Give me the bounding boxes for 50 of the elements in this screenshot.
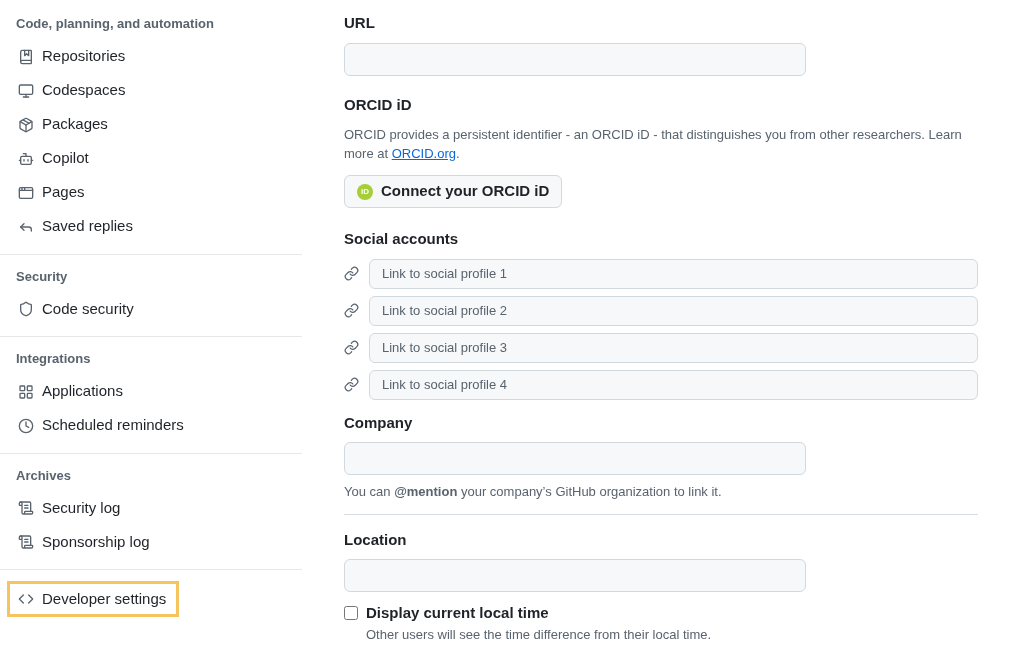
orcid-description: ORCID provides a persistent identifier - an ORCID iD - that distinguishes you from other researchers. Learn more at ORCID.org. [344, 126, 963, 163]
input-field[interactable] [344, 42, 806, 76]
scroll-icon [18, 500, 34, 516]
input-field[interactable] [344, 559, 806, 592]
field-label: Company [344, 412, 414, 433]
sidebar-item[interactable]: Developer settings [10, 584, 177, 614]
field-label: Social accounts [344, 229, 460, 249]
checkbox-label: Display current local time [366, 603, 549, 623]
clock-icon [18, 417, 34, 434]
section-heading: Integrations [16, 350, 91, 368]
sidebar-item[interactable]: Applications [16, 376, 133, 407]
social-link-field[interactable]: Link to social profile 2 [369, 295, 978, 326]
connect-orcid-button[interactable]: iD Connect your ORCID iD [344, 175, 563, 208]
sidebar-item[interactable]: Pages [16, 177, 95, 208]
section-heading: Security [16, 267, 68, 286]
sidebar-item[interactable]: Copilot [16, 143, 99, 174]
field-label: Location [344, 529, 407, 550]
input-field[interactable] [344, 442, 806, 475]
grid-icon [18, 383, 34, 400]
field-label: ORCID iD [344, 94, 413, 115]
package-icon [18, 116, 34, 133]
repository-icon [18, 48, 34, 65]
sidebar-item[interactable]: Code security [16, 294, 144, 324]
social-link-field[interactable]: Link to social profile 1 [369, 258, 978, 289]
section-heading: Archives [16, 466, 71, 485]
orcid-link[interactable]: ORCID.org [391, 146, 456, 161]
sidebar-item[interactable]: Packages [16, 109, 118, 140]
sidebar-item[interactable]: Scheduled reminders [16, 410, 194, 441]
field-label: URL [344, 13, 375, 33]
link-icon [344, 303, 359, 318]
social-link-field[interactable]: Link to social profile 4 [369, 369, 978, 400]
link-icon [344, 340, 359, 355]
sidebar-item[interactable]: Security log [16, 493, 131, 523]
browser-window-icon [18, 184, 34, 201]
social-link-field[interactable]: Link to social profile 3 [369, 332, 978, 363]
sidebar-item[interactable]: Sponsorship log [16, 527, 160, 557]
local-time-help-text: Other users will see the time difference from their local time. [366, 626, 712, 643]
link-icon [344, 377, 359, 392]
scroll-icon [18, 534, 34, 550]
checkbox[interactable] [344, 606, 358, 621]
sidebar-item[interactable]: Repositories [16, 41, 136, 72]
link-icon [344, 266, 359, 281]
sidebar-item[interactable]: Saved replies [16, 211, 143, 242]
shield-icon [18, 301, 34, 317]
company-help-text: You can @mention your company’s GitHub organization to link it. [344, 483, 722, 501]
sidebar-item[interactable]: Codespaces [16, 75, 136, 106]
orcid-badge: iD [357, 183, 373, 200]
robot-icon [18, 150, 34, 167]
code-brackets-icon [18, 591, 34, 607]
section-heading: Code, planning, and automation [16, 15, 214, 33]
